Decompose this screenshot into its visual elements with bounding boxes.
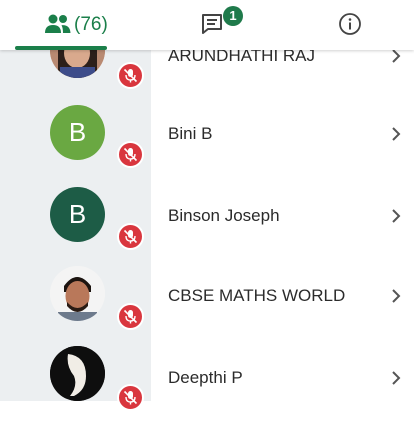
- people-icon: [45, 14, 71, 33]
- mic-muted-icon: [117, 384, 144, 411]
- participant-name: Deepthi P: [168, 368, 243, 387]
- participant-row-binson[interactable]: B Binson Joseph: [0, 187, 414, 267]
- tab-participants[interactable]: (76): [0, 0, 138, 50]
- participants-count: (76): [74, 14, 108, 35]
- avatar-photo: [50, 346, 105, 401]
- participant-name: Binson Joseph: [168, 206, 280, 225]
- avatar-photo: [50, 266, 105, 321]
- mic-muted-icon: [117, 141, 144, 168]
- participant-row-deepthi[interactable]: Deepthi P: [0, 346, 414, 426]
- active-tab-indicator: [15, 46, 107, 50]
- participant-row-cbse[interactable]: CBSE MATHS WORLD: [0, 266, 414, 346]
- participant-row-bini[interactable]: B Bini B: [0, 105, 414, 185]
- mic-muted-icon: [117, 62, 144, 89]
- chevron-right-icon: [392, 49, 401, 63]
- chat-icon: [202, 14, 222, 34]
- chevron-right-icon: [392, 289, 401, 303]
- avatar: [50, 266, 105, 321]
- chevron-right-icon: [392, 371, 401, 385]
- avatar: B: [50, 105, 105, 160]
- avatar: B: [50, 187, 105, 242]
- chevron-right-icon: [392, 209, 401, 223]
- participant-name: CBSE MATHS WORLD: [168, 286, 346, 305]
- participant-name: Bini B: [168, 124, 213, 143]
- avatar: [50, 346, 105, 401]
- info-icon: [339, 13, 361, 35]
- unread-badge: 1: [223, 6, 243, 26]
- chevron-right-icon: [392, 127, 401, 141]
- tab-bar: (76) 1: [0, 0, 414, 50]
- mic-muted-icon: [117, 223, 144, 250]
- mic-muted-icon: [117, 303, 144, 330]
- tab-chat[interactable]: 1: [138, 0, 276, 50]
- tab-info[interactable]: [276, 0, 414, 50]
